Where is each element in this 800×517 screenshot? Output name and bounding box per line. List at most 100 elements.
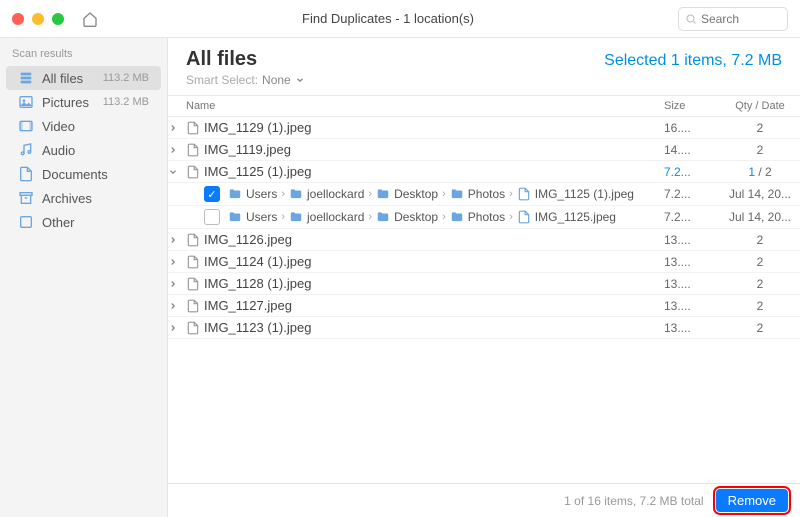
sidebar-item-audio[interactable]: Audio — [6, 138, 161, 162]
footer-summary: 1 of 16 items, 7.2 MB total — [564, 494, 703, 508]
file-qty: 2 — [720, 233, 800, 247]
path-segment: Photos — [468, 210, 505, 224]
chevron-down-icon[interactable] — [168, 167, 186, 177]
file-icon — [186, 233, 204, 247]
video-icon — [18, 118, 34, 134]
file-icon — [186, 121, 204, 135]
sidebar-item-video[interactable]: Video — [6, 114, 161, 138]
picture-icon — [18, 94, 34, 110]
path-segment: IMG_1125 (1).jpeg — [535, 187, 634, 201]
path-segment: Photos — [468, 187, 505, 201]
breadcrumb-separator: › — [368, 188, 372, 200]
table-row[interactable]: IMG_1124 (1).jpeg 13.... 2 — [168, 251, 800, 273]
table-row[interactable]: IMG_1125 (1).jpeg 7.2... 1 / 2 — [168, 161, 800, 183]
sidebar-item-other[interactable]: Other — [6, 210, 161, 234]
path-segment: IMG_1125.jpeg — [535, 210, 616, 224]
sidebar-item-archives[interactable]: Archives — [6, 186, 161, 210]
sidebar-item-documents[interactable]: Documents — [6, 162, 161, 186]
file-icon — [517, 187, 531, 201]
path-row[interactable]: ✓ Users›joellockard›Desktop›Photos›IMG_1… — [168, 183, 800, 206]
file-qty: 2 — [720, 277, 800, 291]
table-row[interactable]: IMG_1119.jpeg 14.... 2 — [168, 139, 800, 161]
breadcrumb: Users›joellockard›Desktop›Photos›IMG_112… — [228, 210, 664, 224]
maximize-button[interactable] — [52, 13, 64, 25]
file-size: 13.... — [664, 255, 720, 269]
file-name: IMG_1126.jpeg — [204, 232, 664, 247]
folder-icon — [228, 210, 242, 224]
file-qty: 1 / 2 — [720, 165, 800, 179]
sidebar: Scan results All files 113.2 MB Pictures… — [0, 38, 168, 517]
file-icon — [186, 143, 204, 157]
file-size: 13.... — [664, 299, 720, 313]
folder-icon — [376, 210, 390, 224]
minimize-button[interactable] — [32, 13, 44, 25]
path-date: Jul 14, 20... — [720, 187, 800, 201]
table-row[interactable]: IMG_1127.jpeg 13.... 2 — [168, 295, 800, 317]
search-field[interactable] — [678, 7, 788, 31]
file-size: 16.... — [664, 121, 720, 135]
search-input[interactable] — [701, 12, 771, 26]
sidebar-item-pictures[interactable]: Pictures 113.2 MB — [6, 90, 161, 114]
home-icon[interactable] — [82, 11, 98, 27]
table-row[interactable]: IMG_1129 (1).jpeg 16.... 2 — [168, 117, 800, 139]
folder-icon — [228, 187, 242, 201]
remove-button[interactable]: Remove — [716, 489, 788, 512]
sidebar-item-size: 113.2 MB — [103, 72, 149, 84]
file-size: 13.... — [664, 277, 720, 291]
close-button[interactable] — [12, 13, 24, 25]
col-name[interactable]: Name — [168, 100, 664, 112]
sidebar-item-label: Video — [42, 119, 141, 134]
table-header: Name Size Qty / Date — [168, 96, 800, 117]
path-segment: joellockard — [307, 187, 364, 201]
file-size: 13.... — [664, 233, 720, 247]
window-title: Find Duplicates - 1 location(s) — [98, 11, 678, 26]
file-name: IMG_1119.jpeg — [204, 142, 664, 157]
chevron-right-icon[interactable] — [168, 301, 186, 311]
file-icon — [186, 165, 204, 179]
chevron-right-icon[interactable] — [168, 123, 186, 133]
checkbox[interactable] — [204, 209, 220, 225]
col-size[interactable]: Size — [664, 100, 720, 112]
file-qty: 2 — [720, 299, 800, 313]
path-segment: joellockard — [307, 210, 364, 224]
file-size: 14.... — [664, 143, 720, 157]
file-icon — [517, 210, 531, 224]
titlebar: Find Duplicates - 1 location(s) — [0, 0, 800, 38]
file-qty: 2 — [720, 255, 800, 269]
file-table: Name Size Qty / Date IMG_1129 (1).jpeg 1… — [168, 95, 800, 483]
sidebar-item-size: 113.2 MB — [103, 96, 149, 108]
file-size: 13.... — [664, 321, 720, 335]
table-row[interactable]: IMG_1128 (1).jpeg 13.... 2 — [168, 273, 800, 295]
file-name: IMG_1128 (1).jpeg — [204, 276, 664, 291]
smart-select[interactable]: Smart Select: None — [168, 73, 800, 95]
table-row[interactable]: IMG_1123 (1).jpeg 13.... 2 — [168, 317, 800, 339]
sidebar-item-label: Documents — [42, 167, 141, 182]
sidebar-item-all-files[interactable]: All files 113.2 MB — [6, 66, 161, 90]
col-qty[interactable]: Qty / Date — [720, 100, 800, 112]
chevron-right-icon[interactable] — [168, 235, 186, 245]
stack-icon — [18, 70, 34, 86]
chevron-right-icon[interactable] — [168, 145, 186, 155]
path-segment: Users — [246, 187, 277, 201]
chevron-right-icon[interactable] — [168, 323, 186, 333]
sidebar-item-label: Pictures — [42, 95, 95, 110]
breadcrumb-separator: › — [281, 188, 285, 200]
folder-icon — [450, 187, 464, 201]
chevron-down-icon — [295, 75, 305, 85]
file-icon — [186, 321, 204, 335]
folder-icon — [376, 187, 390, 201]
file-name: IMG_1124 (1).jpeg — [204, 254, 664, 269]
file-qty: 2 — [720, 143, 800, 157]
path-row[interactable]: Users›joellockard›Desktop›Photos›IMG_112… — [168, 206, 800, 229]
file-icon — [186, 299, 204, 313]
archive-icon — [18, 190, 34, 206]
path-segment: Users — [246, 210, 277, 224]
file-icon — [186, 277, 204, 291]
table-row[interactable]: IMG_1126.jpeg 13.... 2 — [168, 229, 800, 251]
chevron-right-icon[interactable] — [168, 257, 186, 267]
checkbox[interactable]: ✓ — [204, 186, 220, 202]
chevron-right-icon[interactable] — [168, 279, 186, 289]
footer: 1 of 16 items, 7.2 MB total Remove — [168, 483, 800, 517]
file-name: IMG_1129 (1).jpeg — [204, 120, 664, 135]
breadcrumb-separator: › — [509, 188, 513, 200]
